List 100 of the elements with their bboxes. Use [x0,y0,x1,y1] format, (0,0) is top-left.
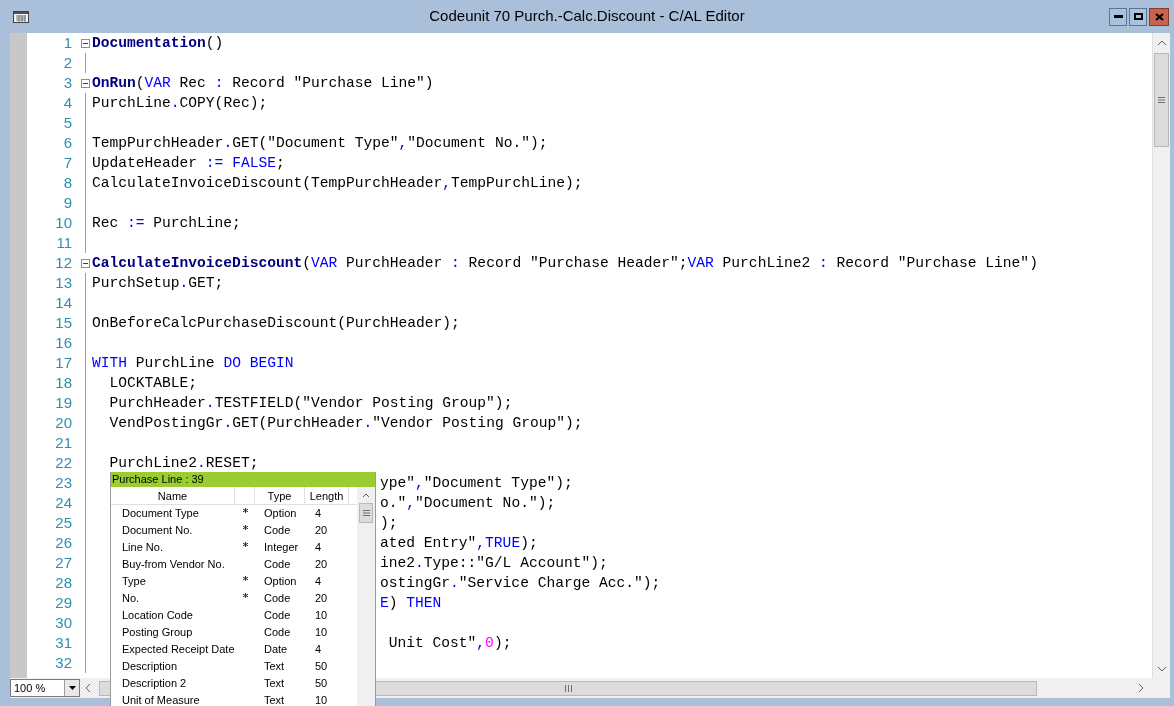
line-number: 7 [62,153,72,173]
collapse-icon[interactable] [81,38,90,48]
window-icon [13,10,29,23]
field-type: Date [263,642,289,658]
code-line: WITH PurchLine DO BEGIN [92,354,294,373]
field-name[interactable]: Location Code [111,607,235,624]
field-length: 50 [314,676,329,692]
code-line: Documentation() [92,34,224,53]
code-line: OnRun(VAR Rec : Record "Purchase Line") [92,74,434,93]
code-line: Unit Cost",0); [387,634,512,653]
line-number: 16 [54,333,72,353]
column-header[interactable]: Type [255,487,305,504]
line-number: 24 [54,493,72,513]
line-number: 13 [54,273,72,293]
code-line: PurchHeader.TESTFIELD("Vendor Posting Group"); [108,394,513,413]
line-number: 3 [62,73,72,93]
line-number: 26 [54,533,72,553]
field-length: 20 [314,557,329,573]
line-number: 25 [54,513,72,533]
field-type: Text [263,659,286,675]
code-line: PurchSetup.GET; [92,274,224,293]
line-number: 23 [54,473,72,493]
field-type: Option [263,506,298,522]
code-line: ype","Document Type"); [380,474,573,493]
field-name[interactable]: Document Type [111,505,235,522]
close-icon [1154,12,1164,21]
line-number: 31 [54,633,72,653]
line-number: 9 [62,193,72,213]
column-header[interactable]: Length [305,487,349,504]
field-type: Option [263,574,298,590]
field-type: Code [263,625,292,641]
line-number: 28 [54,573,72,593]
line-number: 12 [54,253,72,273]
line-number: 4 [62,93,72,113]
field-type: Integer [263,540,300,556]
line-number: 32 [54,653,72,673]
code-line: OnBeforeCalcPurchaseDiscount(PurchHeader); [92,314,460,333]
code-editor[interactable] [27,33,1152,678]
close-button[interactable] [1149,7,1169,26]
scrollbar-thumb[interactable] [1154,53,1169,147]
minimize-button[interactable] [1109,7,1127,26]
field-type: Code [263,523,292,539]
code-line: E) THEN [380,594,442,613]
field-name[interactable]: Posting Group [111,624,235,641]
popup-scrollbar[interactable] [357,487,375,706]
field-length: 20 [314,591,329,607]
dropdown-icon [68,686,76,690]
maximize-icon [1133,13,1143,20]
field-type: Text [263,693,286,706]
code-line: VendPostingGr.GET(PurchHeader."Vendor Posting Group"); [108,414,583,433]
scrollbar-thumb[interactable] [359,503,373,523]
column-header[interactable]: Name [111,487,235,504]
code-line: LOCKTABLE; [108,374,198,393]
line-number: 21 [54,433,72,453]
zoom-combo[interactable]: 100 % [10,679,80,697]
field-name[interactable]: Expected Receipt Date [111,641,235,658]
line-number: 29 [54,593,72,613]
field-type: Code [263,557,292,573]
collapse-icon[interactable] [81,78,90,88]
code-line: UpdateHeader := FALSE; [92,154,285,173]
grip-icon [1158,97,1165,103]
field-length: 50 [314,659,329,675]
grip-icon [564,684,572,692]
key-marker-icon [242,593,248,598]
field-name[interactable]: No. [111,590,235,607]
line-number: 15 [54,313,72,333]
field-type: Text [263,676,286,692]
field-name[interactable]: Type [111,573,235,590]
maximize-button[interactable] [1129,7,1147,26]
line-number: 17 [54,353,72,373]
line-number: 27 [54,553,72,573]
line-number: 20 [54,413,72,433]
code-line: TempPurchHeader.GET("Document Type","Document No."); [92,134,548,153]
field-name[interactable]: Buy-from Vendor No. [111,556,235,573]
vertical-scrollbar[interactable] [1152,33,1170,678]
collapse-icon[interactable] [81,258,90,268]
code-line: Rec := PurchLine; [92,214,241,233]
code-line: PurchLine2.RESET; [108,454,259,473]
line-number: 19 [54,393,72,413]
field-length: 10 [314,693,329,706]
field-name[interactable]: Unit of Measure [111,692,235,706]
field-length: 4 [314,642,323,658]
grip-icon [362,510,370,516]
field-length: 10 [314,608,329,624]
field-name[interactable]: Line No. [111,539,235,556]
code-line: ine2.Type::"G/L Account"); [380,554,608,573]
line-number: 11 [55,233,72,253]
line-number: 22 [54,453,72,473]
field-name[interactable]: Document No. [111,522,235,539]
minimize-icon [1113,15,1123,18]
field-type: Code [263,591,292,607]
line-number: 10 [54,213,72,233]
key-marker-icon [242,576,248,581]
field-length: 20 [314,523,329,539]
field-length: 10 [314,625,329,641]
popup-title: Purchase Line : 39 [111,472,375,487]
code-line: CalculateInvoiceDiscount(TempPurchHeader,TempPurchLine); [92,174,583,193]
field-name[interactable]: Description [111,658,235,675]
line-number: 14 [54,293,72,313]
field-name[interactable]: Description 2 [111,675,235,692]
